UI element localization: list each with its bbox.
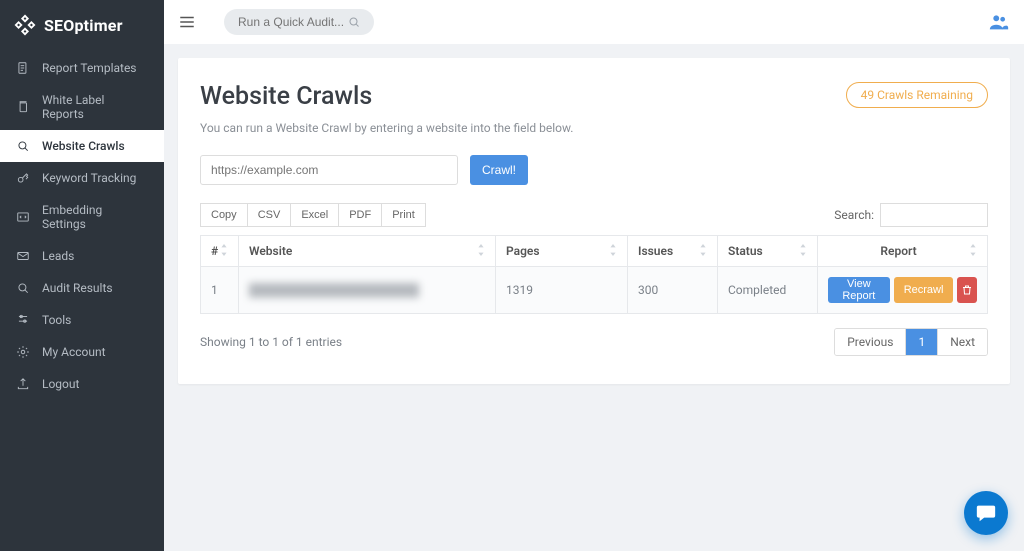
export-pdf-button[interactable]: PDF — [339, 203, 382, 227]
export-copy-button[interactable]: Copy — [200, 203, 248, 227]
sidebar-item-website-crawls[interactable]: Website Crawls — [0, 130, 164, 162]
search-icon — [348, 16, 360, 28]
sidebar-item-label: Logout — [42, 377, 79, 391]
sidebar-item-label: Leads — [42, 249, 74, 263]
cell-website: ████████████████████ — [239, 267, 496, 314]
sidebar-item-my-account[interactable]: My Account — [0, 336, 164, 368]
menu-toggle-icon[interactable] — [178, 13, 196, 31]
view-report-button[interactable]: View Report — [828, 277, 890, 303]
sidebar-item-keyword-tracking[interactable]: Keyword Tracking — [0, 162, 164, 194]
col-website[interactable]: Website — [239, 236, 496, 267]
table-search-label: Search: — [834, 208, 874, 222]
page-title: Website Crawls — [200, 82, 372, 111]
table-row: 1████████████████████1319300CompletedVie… — [201, 267, 988, 314]
export-print-button[interactable]: Print — [382, 203, 426, 227]
brand-logo: SEOptimer — [0, 0, 164, 52]
sidebar-item-label: Report Templates — [42, 61, 137, 75]
chat-icon — [975, 502, 997, 524]
users-icon[interactable] — [988, 11, 1010, 33]
sidebar-item-label: My Account — [42, 345, 106, 359]
sidebar: SEOptimer Report Templates White Label Re… — [0, 0, 164, 551]
sort-icon — [477, 244, 485, 256]
pager-page-1[interactable]: 1 — [905, 329, 937, 355]
slider-icon — [16, 313, 30, 327]
sidebar-item-label: Audit Results — [42, 281, 113, 295]
crawl-form: Crawl! — [200, 155, 988, 185]
code-icon — [16, 210, 30, 224]
chat-widget[interactable] — [964, 491, 1008, 535]
logo-icon — [14, 14, 36, 36]
sidebar-item-report-templates[interactable]: Report Templates — [0, 52, 164, 84]
upload-icon — [16, 377, 30, 391]
crawls-remaining-badge: 49 Crawls Remaining — [846, 82, 988, 108]
sidebar-item-audit-results[interactable]: Audit Results — [0, 272, 164, 304]
cell-num: 1 — [201, 267, 239, 314]
sidebar-item-label: Keyword Tracking — [42, 171, 136, 185]
recrawl-button[interactable]: Recrawl — [894, 277, 954, 303]
col-pages[interactable]: Pages — [496, 236, 628, 267]
quick-audit-input[interactable] — [238, 15, 348, 29]
table-toolbar: CopyCSVExcelPDFPrint Search: — [200, 203, 988, 227]
quick-audit-search[interactable] — [224, 9, 374, 35]
sidebar-item-tools[interactable]: Tools — [0, 304, 164, 336]
col-report[interactable]: Report — [818, 236, 988, 267]
table-info: Showing 1 to 1 of 1 entries — [200, 335, 342, 349]
sidebar-item-white-label[interactable]: White Label Reports — [0, 84, 164, 130]
cell-issues: 300 — [628, 267, 718, 314]
sidebar-item-leads[interactable]: Leads — [0, 240, 164, 272]
sidebar-item-label: Website Crawls — [42, 139, 125, 153]
magnify-icon — [16, 281, 30, 295]
gear-icon — [16, 345, 30, 359]
crawls-table: #WebsitePagesIssuesStatusReport 1███████… — [200, 235, 988, 314]
pager-next[interactable]: Next — [937, 329, 987, 355]
sidebar-item-label: Embedding Settings — [42, 203, 148, 231]
file-lines-icon — [16, 61, 30, 75]
pagination: Previous 1 Next — [834, 328, 988, 356]
sort-icon — [220, 244, 228, 256]
col-issues[interactable]: Issues — [628, 236, 718, 267]
search-icon — [16, 139, 30, 153]
mail-icon — [16, 249, 30, 263]
sort-icon — [699, 244, 707, 256]
sort-icon — [799, 244, 807, 256]
trash-icon — [961, 284, 973, 296]
pager-prev[interactable]: Previous — [835, 329, 905, 355]
sidebar-item-label: White Label Reports — [42, 93, 148, 121]
delete-button[interactable] — [957, 277, 977, 303]
export-button-group: CopyCSVExcelPDFPrint — [200, 203, 426, 227]
sidebar-item-label: Tools — [42, 313, 71, 327]
sidebar-item-logout[interactable]: Logout — [0, 368, 164, 400]
col-status[interactable]: Status — [718, 236, 818, 267]
sort-icon — [609, 244, 617, 256]
export-excel-button[interactable]: Excel — [291, 203, 339, 227]
cell-report: View ReportRecrawl — [818, 267, 988, 314]
cell-status: Completed — [718, 267, 818, 314]
page-subtitle: You can run a Website Crawl by entering … — [200, 121, 988, 135]
sidebar-item-embedding-settings[interactable]: Embedding Settings — [0, 194, 164, 240]
main-panel: Website Crawls 49 Crawls Remaining You c… — [178, 58, 1010, 384]
brand-name: SEOptimer — [44, 16, 123, 35]
col-num[interactable]: # — [201, 236, 239, 267]
file-copy-icon — [16, 100, 30, 114]
sort-icon — [969, 244, 977, 256]
key-icon — [16, 171, 30, 185]
crawl-button[interactable]: Crawl! — [470, 155, 528, 185]
export-csv-button[interactable]: CSV — [248, 203, 292, 227]
cell-pages: 1319 — [496, 267, 628, 314]
table-search-input[interactable] — [880, 203, 988, 227]
crawl-url-input[interactable] — [200, 155, 458, 185]
topbar — [164, 0, 1024, 44]
